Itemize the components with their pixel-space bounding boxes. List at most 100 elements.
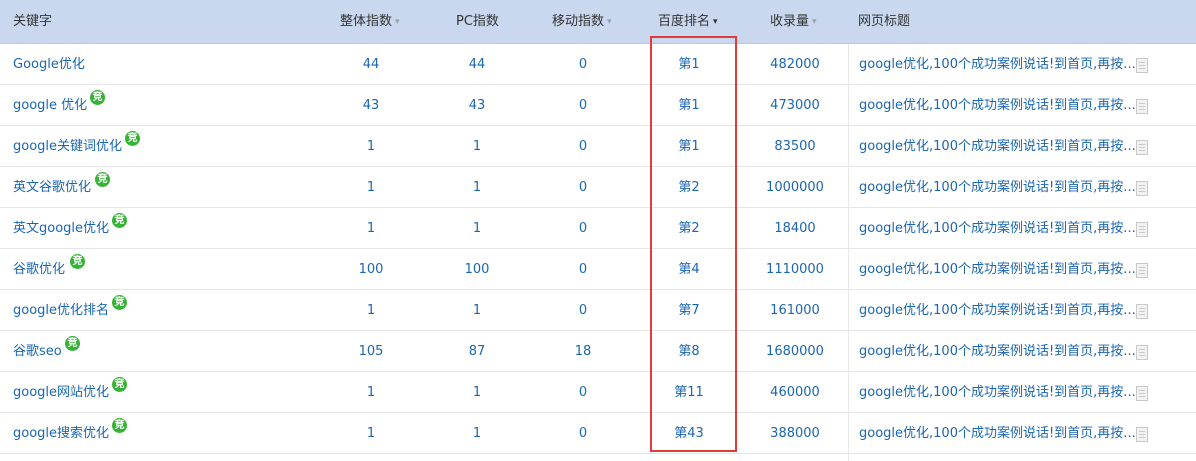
header-baidu-rank[interactable]: 百度排名 ▾	[658, 0, 718, 44]
overall-index-value[interactable]: 1	[331, 126, 411, 167]
baidu-rank-value[interactable]: 第1	[649, 44, 729, 85]
overall-index-value[interactable]: 1	[331, 290, 411, 331]
indexed-count-value[interactable]: 473000	[755, 85, 835, 126]
keyword-link[interactable]: google 优化	[13, 85, 87, 126]
table-row: google关键词优化竞 1 1 0 第1 83500 google优化,100个成功案例说…	[0, 126, 1196, 167]
overall-index-value[interactable]: 44	[331, 44, 411, 85]
baidu-rank-value[interactable]: 第1	[649, 126, 729, 167]
keyword-link[interactable]: 谷歌seo	[13, 331, 62, 372]
mobile-index-value[interactable]: 0	[543, 85, 623, 126]
page-title-link[interactable]: google优化,100个成功案例说话!到首页,再按...	[859, 249, 1136, 290]
header-overall-index[interactable]: 整体指数 ▾	[340, 0, 400, 44]
document-icon[interactable]	[1136, 222, 1148, 237]
sort-down-icon: ▾	[607, 17, 612, 27]
pc-index-value[interactable]: 1	[437, 208, 517, 249]
header-indexed-count-label: 收录量	[770, 14, 810, 29]
indexed-count-value[interactable]: 161000	[755, 290, 835, 331]
keyword-link[interactable]: 英文谷歌优化	[13, 167, 91, 208]
competition-badge-icon: 竞	[125, 131, 140, 146]
keyword-link[interactable]: Google优化	[13, 44, 85, 85]
page-title-link[interactable]: google优化,100个成功案例说话!到首页,再按...	[859, 413, 1136, 454]
competition-badge-icon: 竞	[65, 336, 80, 351]
page-title-link[interactable]: google优化,100个成功案例说话!到首页,再按...	[859, 208, 1136, 249]
overall-index-value[interactable]: 1	[331, 372, 411, 413]
page-title-link[interactable]: google优化,100个成功案例说话!到首页,再按...	[859, 167, 1136, 208]
page-title-link[interactable]: google优化,100个成功案例说话!到首页,再按...	[859, 331, 1136, 372]
pc-index-value[interactable]: 1	[437, 372, 517, 413]
header-indexed-count[interactable]: 收录量 ▾	[770, 0, 817, 44]
baidu-rank-value[interactable]: 第2	[649, 167, 729, 208]
indexed-count-value[interactable]: 1680000	[755, 331, 835, 372]
overall-index-value[interactable]: 1	[331, 208, 411, 249]
baidu-rank-value[interactable]: 第7	[649, 290, 729, 331]
competition-badge-icon: 竞	[112, 213, 127, 228]
mobile-index-value[interactable]: 0	[543, 208, 623, 249]
overall-index-value[interactable]: 1	[331, 167, 411, 208]
document-icon[interactable]	[1136, 427, 1148, 442]
pc-index-value[interactable]: 1	[437, 290, 517, 331]
document-icon[interactable]	[1136, 181, 1148, 196]
header-mobile-index[interactable]: 移动指数 ▾	[552, 0, 612, 44]
indexed-count-value[interactable]: 1110000	[755, 249, 835, 290]
header-baidu-rank-label: 百度排名	[658, 14, 711, 29]
baidu-rank-value[interactable]: 第1	[649, 85, 729, 126]
competition-badge-icon: 竞	[112, 418, 127, 433]
keyword-ranking-table: 关键字 整体指数 ▾ PC指数 移动指数 ▾ 百度排名 ▾ 收录量 ▾ 网页标题 Goo…	[0, 0, 1196, 461]
header-keyword: 关键字	[13, 0, 52, 44]
indexed-count-value[interactable]: 18400	[755, 208, 835, 249]
document-icon[interactable]	[1136, 263, 1148, 278]
page-title-link[interactable]: google优化,100个成功案例说话!到首页,再按...	[859, 44, 1136, 85]
keyword-link[interactable]: 英文google优化	[13, 208, 109, 249]
indexed-count-value[interactable]: 482000	[755, 44, 835, 85]
indexed-count-value[interactable]: 83500	[755, 126, 835, 167]
overall-index-value[interactable]: 1	[331, 413, 411, 454]
baidu-rank-value[interactable]: 第8	[649, 331, 729, 372]
indexed-count-value[interactable]: 460000	[755, 372, 835, 413]
mobile-index-value[interactable]: 0	[543, 126, 623, 167]
header-keyword-label: 关键字	[13, 14, 53, 29]
document-icon[interactable]	[1136, 304, 1148, 319]
overall-index-value[interactable]: 43	[331, 85, 411, 126]
keyword-link[interactable]: google关键词优化	[13, 126, 122, 167]
header-pc-index[interactable]: PC指数	[456, 0, 499, 44]
document-icon[interactable]	[1136, 99, 1148, 114]
mobile-index-value[interactable]: 0	[543, 44, 623, 85]
baidu-rank-value[interactable]: 第43	[649, 413, 729, 454]
pc-index-value[interactable]: 1	[437, 413, 517, 454]
mobile-index-value[interactable]: 0	[543, 167, 623, 208]
page-title-link[interactable]: google优化,100个成功案例说话!到首页,再按...	[859, 85, 1136, 126]
baidu-rank-value[interactable]: 第11	[649, 372, 729, 413]
mobile-index-value[interactable]: 0	[543, 372, 623, 413]
pc-index-value[interactable]: 1	[437, 126, 517, 167]
keyword-link[interactable]: google网站优化	[13, 372, 109, 413]
document-icon[interactable]	[1136, 140, 1148, 155]
page-title-link[interactable]: google优化,100个成功案例说话!到首页,再按...	[859, 290, 1136, 331]
table-row: google优化排名竞 1 1 0 第7 161000 google优化,100个成功案例说…	[0, 290, 1196, 331]
pc-index-value[interactable]: 87	[437, 331, 517, 372]
mobile-index-value[interactable]: 0	[543, 413, 623, 454]
table-row: 英文google优化竞 1 1 0 第2 18400 google优化,100个成功案例说话…	[0, 208, 1196, 249]
table-row: google 优化竞 43 43 0 第1 473000 google优化,100个成功案例…	[0, 85, 1196, 126]
keyword-link[interactable]: google搜索优化	[13, 413, 109, 454]
indexed-count-value[interactable]: 388000	[755, 413, 835, 454]
mobile-index-value[interactable]: 0	[543, 249, 623, 290]
mobile-index-value[interactable]: 0	[543, 290, 623, 331]
pc-index-value[interactable]: 1	[437, 167, 517, 208]
baidu-rank-value[interactable]: 第4	[649, 249, 729, 290]
document-icon[interactable]	[1136, 345, 1148, 360]
page-title-link[interactable]: google优化,100个成功案例说话!到首页,再按...	[859, 126, 1136, 167]
mobile-index-value[interactable]: 18	[543, 331, 623, 372]
indexed-count-value[interactable]: 1000000	[755, 167, 835, 208]
competition-badge-icon: 竞	[112, 295, 127, 310]
baidu-rank-value[interactable]: 第2	[649, 208, 729, 249]
keyword-link[interactable]: google优化排名	[13, 290, 109, 331]
pc-index-value[interactable]: 44	[437, 44, 517, 85]
document-icon[interactable]	[1136, 58, 1148, 73]
document-icon[interactable]	[1136, 386, 1148, 401]
pc-index-value[interactable]: 43	[437, 85, 517, 126]
pc-index-value[interactable]: 100	[437, 249, 517, 290]
overall-index-value[interactable]: 100	[331, 249, 411, 290]
page-title-link[interactable]: google优化,100个成功案例说话!到首页,再按...	[859, 372, 1136, 413]
overall-index-value[interactable]: 105	[331, 331, 411, 372]
keyword-link[interactable]: 谷歌优化	[13, 249, 65, 290]
